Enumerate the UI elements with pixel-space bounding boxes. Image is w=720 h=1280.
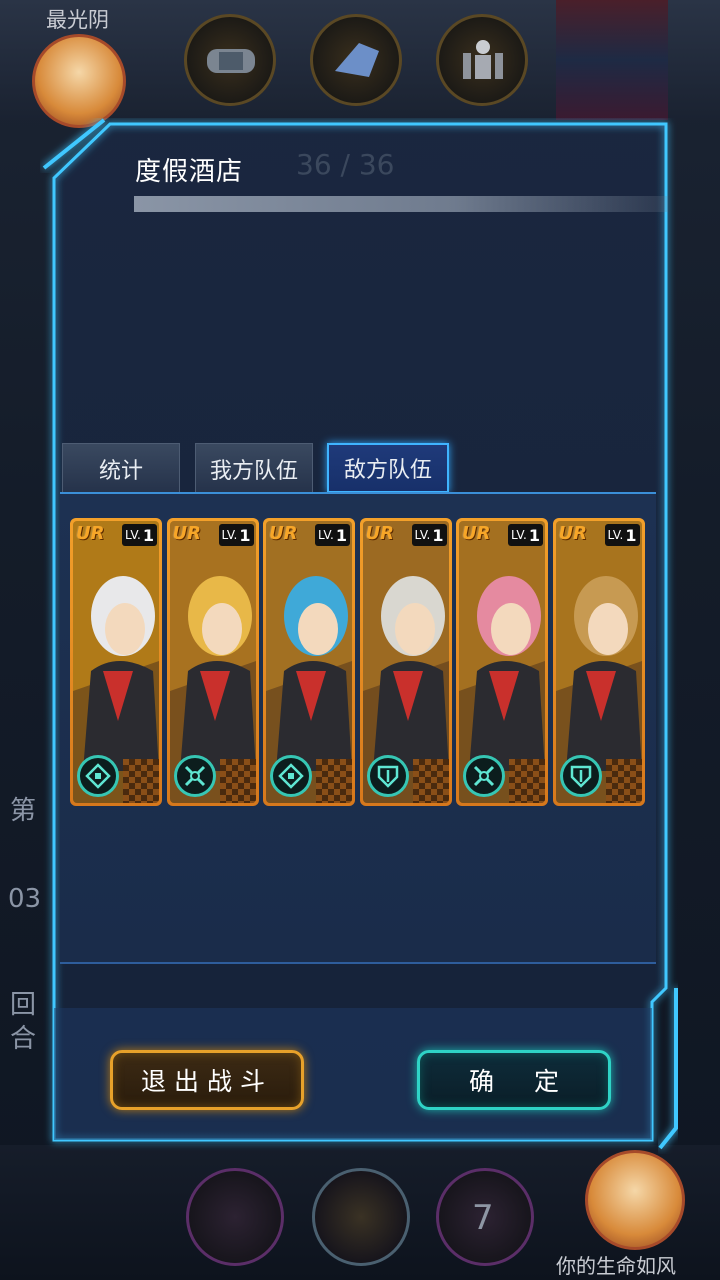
diamond-arrows-icon — [77, 755, 119, 797]
level-prefix: LV. — [318, 528, 334, 542]
confirm-button[interactable]: 确定 — [417, 1050, 611, 1110]
level-badge: LV. 1 — [411, 524, 447, 546]
rarity-label: UR — [462, 523, 491, 544]
cross-blades-icon — [463, 755, 505, 797]
level-value: 1 — [335, 525, 347, 545]
level-badge: LV. 1 — [122, 524, 157, 546]
level-value: 1 — [625, 525, 637, 545]
confirm-label: 确定 — [468, 1067, 599, 1096]
rarity-label: UR — [76, 523, 105, 544]
level-value: 1 — [528, 525, 540, 545]
tab-my-team[interactable]: 我方队伍 — [195, 443, 313, 493]
card-frame: UR LV. 1 — [73, 521, 159, 803]
exit-battle-label: 退出战斗 — [140, 1067, 273, 1096]
tab-label: 敌方队伍 — [343, 458, 432, 483]
rarity-label: UR — [269, 523, 298, 544]
book-slot — [312, 1168, 410, 1266]
card-checker-pattern — [219, 759, 256, 803]
opponent-name: 你的生命如风 — [556, 1254, 676, 1278]
level-prefix: LV. — [511, 528, 527, 542]
level-badge: LV. 1 — [315, 524, 350, 546]
card-frame: UR LV. 1 — [555, 521, 642, 803]
level-badge: LV. 1 — [508, 524, 543, 546]
drone-icon — [335, 43, 379, 77]
rarity-label: UR — [172, 523, 201, 544]
tab-label: 我方队伍 — [209, 458, 298, 484]
turn-counter: 7 — [472, 1198, 494, 1238]
level-value: 1 — [432, 525, 444, 545]
player-name: 最光阴 — [46, 8, 109, 32]
level-prefix: LV. — [607, 528, 624, 542]
bottom-console-slot — [186, 1168, 284, 1266]
exit-battle-button[interactable]: 退出战斗 — [110, 1050, 304, 1110]
card-checker-pattern — [412, 759, 449, 803]
mecha-icon — [463, 40, 503, 79]
card-frame: UR LV. 1 — [362, 521, 449, 803]
top-right-panel — [556, 0, 668, 120]
round-label-3: 合 — [10, 1024, 37, 1054]
card-frame: UR LV. 1 — [169, 521, 256, 803]
level-value: 1 — [142, 525, 154, 545]
enemy-character-card[interactable]: UR LV. 1 — [359, 518, 452, 806]
shield-sword-icon — [366, 755, 409, 797]
level-value: 1 — [239, 525, 251, 545]
level-badge: LV. 1 — [218, 524, 254, 546]
enemy-character-card[interactable]: UR LV. 1 — [456, 518, 548, 806]
tab-enemy-team[interactable]: 敌方队伍 — [327, 443, 449, 493]
card-frame: UR LV. 1 — [459, 521, 545, 803]
card-checker-pattern — [123, 759, 159, 803]
card-checker-pattern — [509, 759, 545, 803]
handheld-console-icon — [207, 49, 255, 73]
handheld-console-slot — [184, 14, 276, 106]
card-checker-pattern — [605, 759, 642, 803]
cross-blades-icon — [173, 755, 216, 797]
enemy-character-card[interactable]: UR LV. 1 — [552, 518, 645, 806]
diamond-arrows-icon — [270, 755, 312, 797]
enemy-character-card[interactable]: UR LV. 1 — [263, 518, 355, 806]
card-checker-pattern — [316, 759, 352, 803]
level-prefix: LV. — [125, 528, 141, 542]
rarity-label: UR — [558, 523, 587, 544]
title-underline — [134, 196, 668, 212]
round-number: 03 — [8, 884, 42, 914]
round-label-2: 回 — [10, 990, 37, 1020]
tab-label: 统计 — [98, 458, 143, 484]
level-prefix: LV. — [414, 528, 431, 542]
ghost-counter: 36 / 36 — [296, 148, 395, 181]
enemy-character-card[interactable]: UR LV. 1 — [166, 518, 259, 806]
round-label: 第 — [10, 796, 37, 826]
rarity-label: UR — [365, 523, 394, 544]
drone-slot — [310, 14, 402, 106]
dialog-title: 度假酒店 — [135, 157, 244, 187]
level-prefix: LV. — [221, 528, 238, 542]
enemy-team-dialog: 36 / 36 度假酒店 统计 我方队伍 敌方队伍 UR LV. 1 UR LV. 1 UR… — [40, 118, 680, 1154]
shield-sword-icon — [559, 755, 602, 797]
mecha-slot — [436, 14, 528, 106]
enemy-character-card[interactable]: UR LV. 1 — [70, 518, 162, 806]
opponent-avatar — [585, 1150, 685, 1250]
level-badge: LV. 1 — [604, 524, 640, 546]
player-avatar — [32, 34, 126, 128]
card-frame: UR LV. 1 — [266, 521, 352, 803]
tab-statistics[interactable]: 统计 — [62, 443, 180, 493]
